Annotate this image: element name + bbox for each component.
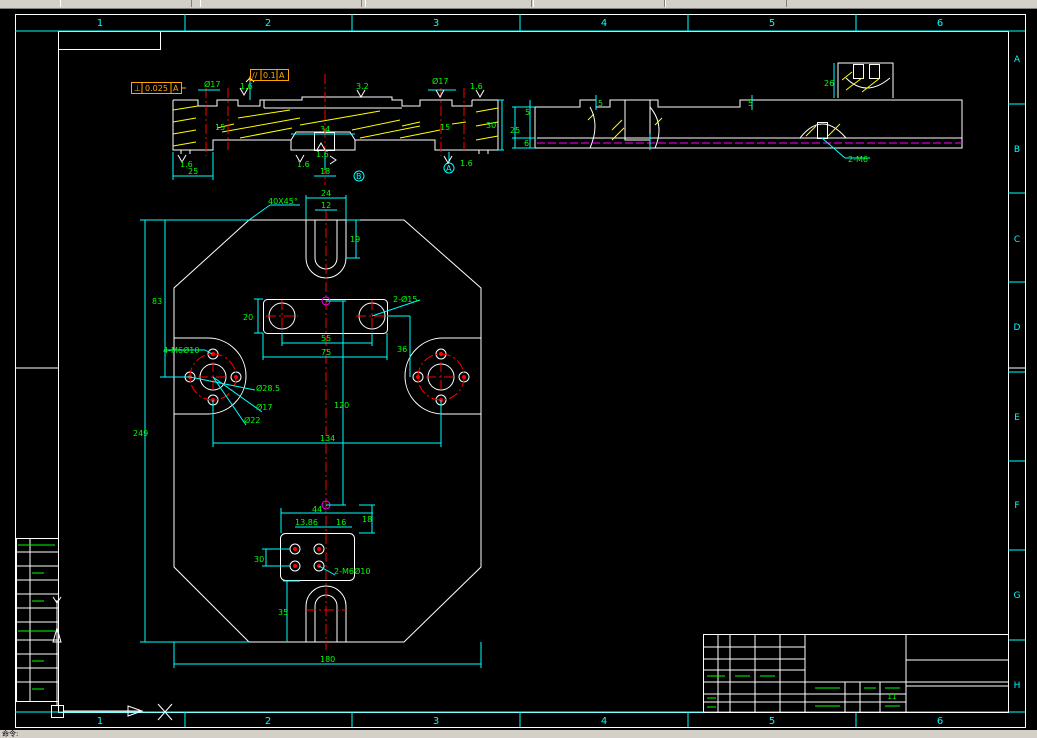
column-label: 5 [769, 716, 775, 727]
dim-label: 3.2 [356, 82, 369, 91]
dim-label: 18 [320, 167, 330, 176]
dim-label: Ø17 [256, 402, 272, 412]
drawing-canvas[interactable]: 1 2 3 4 5 6 1 2 3 4 5 6 A B C D E F G H [0, 8, 1037, 730]
dim-label: 19 [350, 235, 360, 244]
row-label: D [1014, 323, 1021, 333]
dim-label: 1.6 [460, 159, 473, 168]
dim-label: 2-Ø15 [393, 294, 417, 304]
toolbar-segment[interactable] [665, 0, 787, 7]
dim-label: 26 [824, 79, 834, 88]
column-label: 6 [937, 716, 943, 727]
dim-label: 24 [321, 189, 331, 198]
dim-label: 83 [152, 297, 162, 306]
dim-label: 5 [525, 108, 530, 117]
datum-label: B [356, 172, 362, 181]
dim-label: 5 [748, 99, 753, 108]
perp-symbol: ⊥ [134, 84, 141, 93]
column-label: 4 [601, 716, 607, 727]
signature-marks [18, 544, 55, 690]
dim-label: 75 [321, 348, 331, 357]
dim-label: 25 [510, 126, 520, 135]
title-block [703, 634, 1009, 713]
dim-label: 13.86 [295, 518, 318, 527]
perp-value: 0.025 [145, 84, 168, 93]
row-label: E [1014, 413, 1020, 423]
dim-label: 1.6 [240, 82, 253, 91]
column-label: 3 [433, 716, 439, 727]
dim-label: 1.6 [180, 160, 193, 169]
dim-label: 6 [524, 139, 529, 148]
frame-divisions [15, 14, 1025, 727]
dim-label: 1.6 [470, 82, 483, 91]
section-text: ⊥ 0.025 A // 0.1 A Ø17 Ø17 1.6 1.6 3.2 3… [134, 71, 496, 181]
command-line[interactable]: 命令: [0, 730, 1037, 738]
row-label: G [1014, 591, 1021, 601]
dim-label: 20 [243, 313, 253, 322]
dim-label: 12 [321, 201, 331, 210]
dim-label: 249 [133, 429, 148, 438]
toolbar-segment[interactable] [60, 0, 192, 7]
command-prompt: 命令: [2, 730, 19, 738]
dim-label: Ø22 [244, 415, 260, 425]
dim-label: 30 [486, 121, 496, 130]
row-label: F [1014, 501, 1019, 511]
dim-label: 2-M6Ø10 [334, 566, 370, 576]
row-labels: A B C D E F G H [1014, 55, 1021, 691]
par-value: 0.1 [263, 71, 276, 80]
column-label: 6 [937, 18, 943, 29]
dim-label: 1.6 [297, 160, 310, 169]
dim-label: 180 [320, 655, 335, 664]
toolbar-segment[interactable] [365, 0, 532, 7]
dim-label: 134 [320, 434, 335, 443]
signature-column [16, 538, 59, 702]
dim-label: Ø17 [204, 79, 220, 89]
dim-label: 15 [215, 123, 225, 132]
plan-view: 40X45° 24 12 19 83 249 20 55 75 36 2-Ø15… [133, 189, 482, 668]
dim-label: 34 [320, 125, 330, 134]
column-label: 1 [97, 18, 103, 29]
par-symbol: // [252, 71, 258, 80]
dim-label: 5 [598, 99, 603, 108]
row-label: C [1014, 235, 1020, 245]
drawing-frame [15, 14, 1026, 728]
dim-label: 40X45° [268, 197, 298, 206]
row-label: B [1014, 145, 1020, 155]
dim-label: 4-M6Ø10 [163, 345, 199, 355]
dim-label: 55 [321, 334, 331, 343]
row-label: H [1014, 681, 1021, 691]
dim-label: 30 [254, 555, 264, 564]
column-label: 2 [265, 716, 271, 727]
column-label: 3 [433, 18, 439, 29]
title-block-text: 11 [888, 693, 897, 701]
par-datum: A [279, 71, 285, 80]
column-label: 1 [97, 716, 103, 727]
dim-label: 16 [336, 518, 346, 527]
dim-label: 15 [440, 123, 450, 132]
dim-label: 1.6 [316, 150, 329, 159]
dim-label: 120 [334, 401, 349, 410]
row-label: A [1014, 55, 1021, 65]
toolbar-segment[interactable] [200, 0, 362, 7]
column-label: 2 [265, 18, 271, 29]
toolbar-segment[interactable] [533, 0, 665, 7]
dim-label: 2-M6 [848, 155, 868, 164]
column-label: 5 [769, 18, 775, 29]
column-label: 4 [601, 18, 607, 29]
perp-datum: A [173, 84, 179, 93]
dim-label: Ø28.5 [256, 383, 280, 393]
dim-label: 36 [397, 345, 407, 354]
side-view: 5 5 5 25 6 26 2-M6 [510, 62, 963, 164]
dim-label: Ø17 [432, 76, 448, 86]
dim-label: 35 [278, 608, 288, 617]
ucs-icon [51, 596, 173, 721]
dim-label: 18 [362, 515, 372, 524]
datum-label: A [446, 164, 452, 173]
dim-label: 44 [312, 505, 322, 514]
